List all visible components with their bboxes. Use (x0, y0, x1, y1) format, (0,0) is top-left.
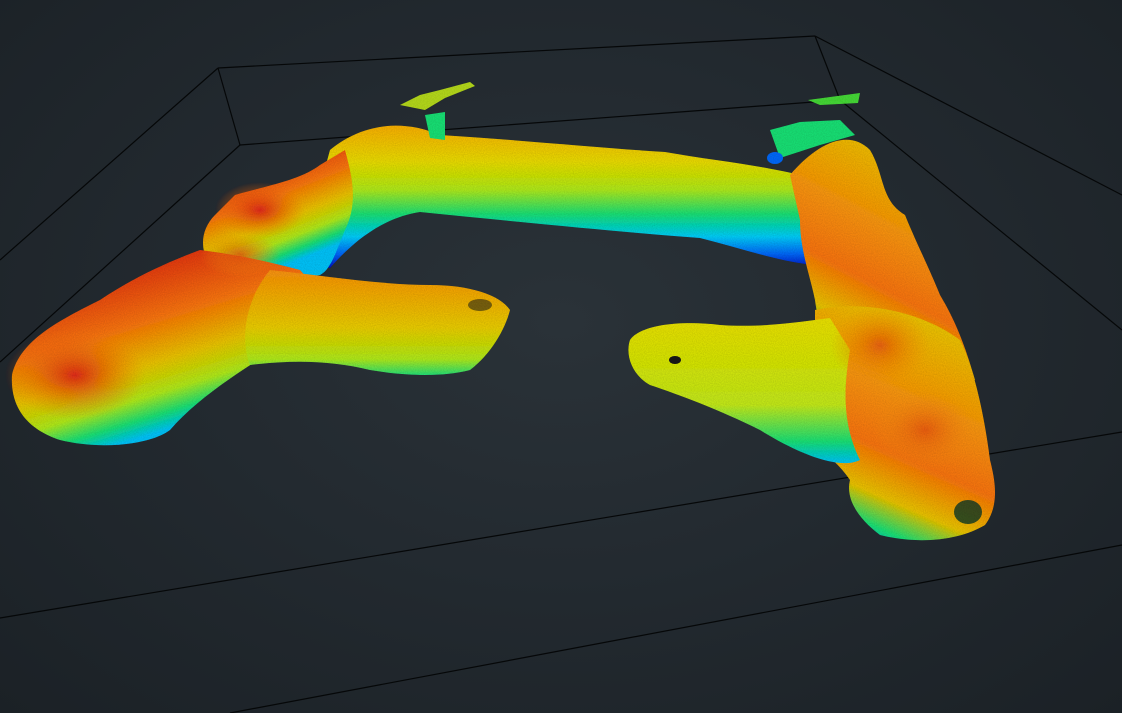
bounding-box-edge (217, 35, 816, 69)
point-cloud-scene (0, 35, 1122, 713)
stray-points (767, 152, 783, 164)
stray-points (400, 82, 475, 110)
point-cloud[interactable] (5, 82, 995, 541)
elevation-peak (830, 305, 930, 385)
bounding-box-edge (0, 67, 219, 261)
scan-gap (669, 356, 681, 364)
elevation-peak (215, 182, 305, 238)
stray-points (808, 93, 860, 105)
elevation-peak (5, 330, 145, 420)
scan-gap (954, 500, 982, 524)
bounding-box-edge (229, 544, 1122, 713)
top-corridor (300, 125, 830, 268)
left-branch (245, 270, 511, 375)
scan-gap (468, 299, 492, 311)
bounding-box-edge (239, 99, 841, 146)
right-branch (628, 318, 860, 464)
point-cloud-viewport[interactable] (0, 0, 1122, 713)
elevation-peak (200, 233, 280, 277)
elevation-peak (875, 390, 975, 470)
bounding-box-edge (814, 35, 841, 101)
bounding-box-edge (217, 67, 241, 146)
